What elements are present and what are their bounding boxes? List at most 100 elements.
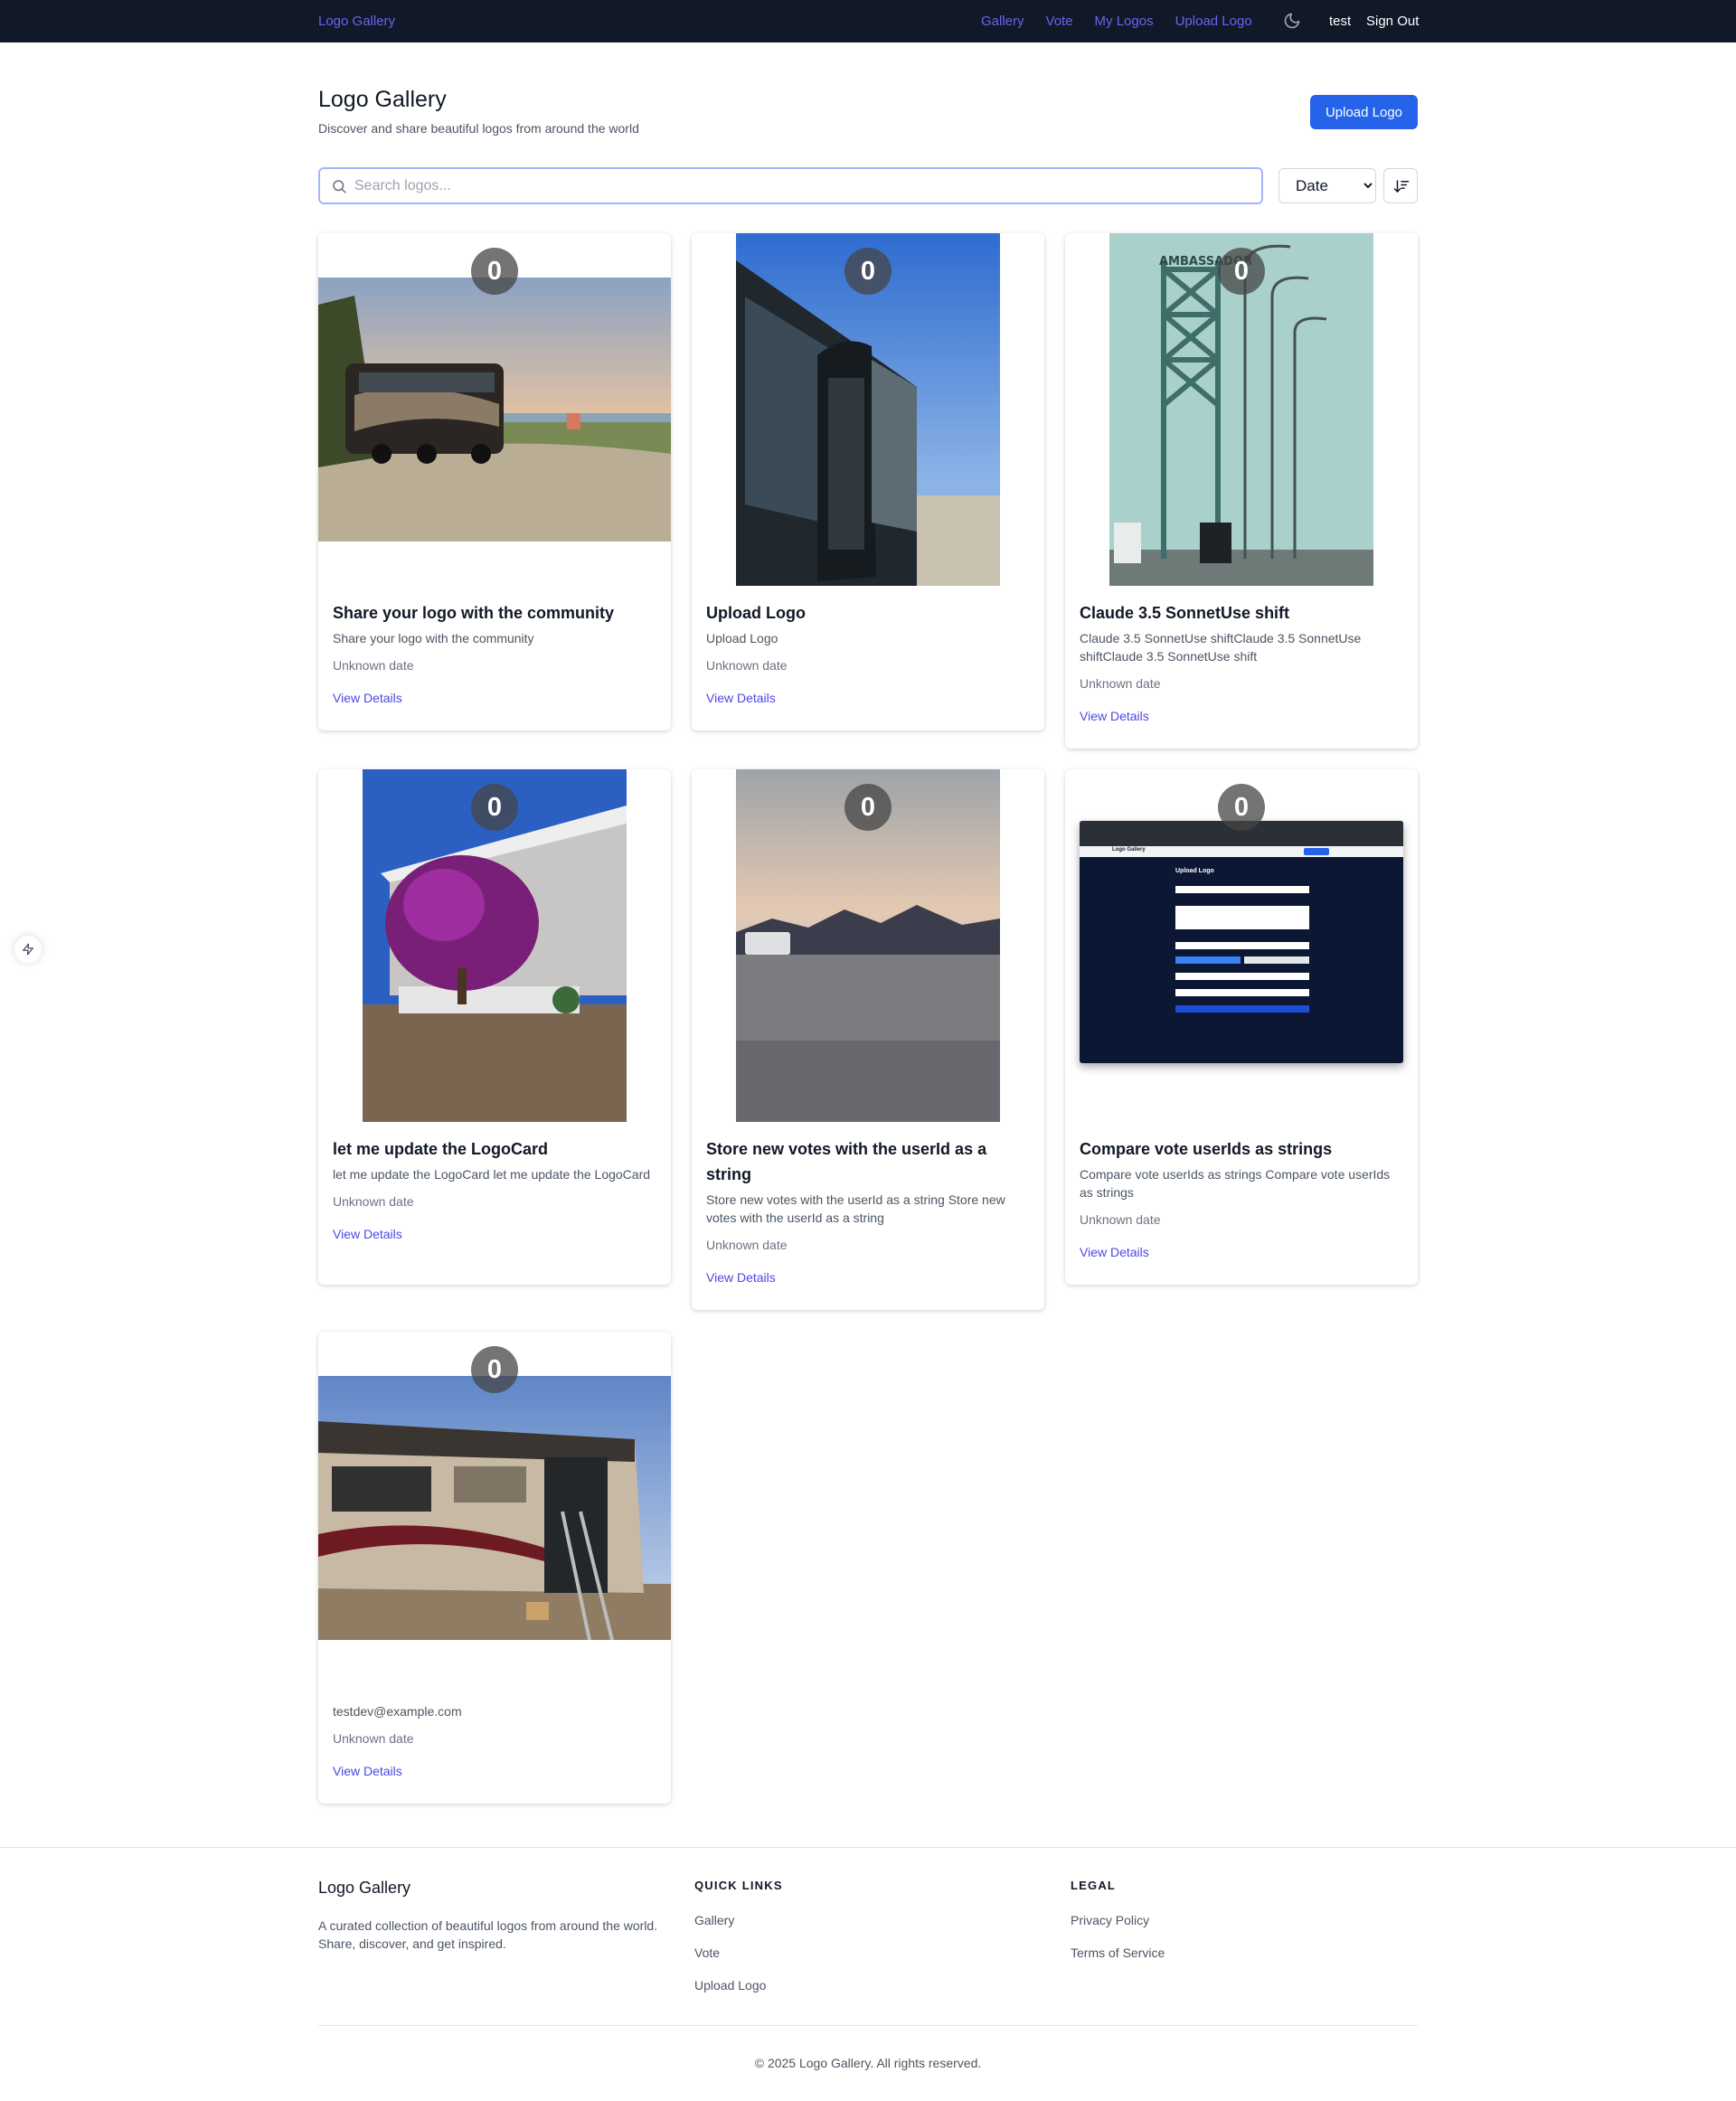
card-title: Claude 3.5 SonnetUse shift [1080, 604, 1290, 622]
screenshot-button [1244, 956, 1309, 964]
card-media: Logo Gallery Upload Logo 0 [1065, 769, 1418, 1122]
moon-icon[interactable] [1283, 12, 1301, 30]
card-body: testdev@example.com Unknown date View De… [333, 1699, 656, 1780]
logo-card: Logo Gallery Upload Logo 0 Compare vote … [1065, 769, 1418, 1285]
vote-count-badge: 0 [471, 784, 518, 831]
card-media: 0 [318, 769, 671, 1122]
nav-link-vote[interactable]: Vote [1046, 14, 1073, 29]
nav-link-upload-logo[interactable]: Upload Logo [1175, 14, 1252, 29]
footer-link-privacy-policy[interactable]: Privacy Policy [1071, 1913, 1149, 1927]
card-description: testdev@example.com [333, 1704, 462, 1719]
card-description: Claude 3.5 SonnetUse shiftClaude 3.5 Son… [1080, 631, 1362, 664]
search-box [318, 167, 1263, 204]
card-title: Store new votes with the userId as a str… [706, 1140, 987, 1183]
footer-link-gallery[interactable]: Gallery [694, 1913, 734, 1927]
screenshot-field [1175, 989, 1309, 996]
card-media: 0 [318, 1332, 671, 1684]
view-details-link[interactable]: View Details [706, 1270, 776, 1285]
card-date: Unknown date [333, 1194, 414, 1209]
card-date: Unknown date [1080, 676, 1161, 691]
page-subtitle: Discover and share beautiful logos from … [318, 121, 639, 136]
card-title: Compare vote userIds as strings [1080, 1140, 1333, 1158]
quick-links-heading: QUICK LINKS [694, 1879, 783, 1892]
view-details-link[interactable]: View Details [1080, 1245, 1149, 1259]
footer-link-terms-of-service[interactable]: Terms of Service [1071, 1946, 1165, 1960]
screenshot-button [1175, 956, 1241, 964]
card-title: Share your logo with the community [333, 604, 615, 622]
card-body: Store new votes with the userId as a str… [706, 1136, 1030, 1286]
screenshot-field [1175, 973, 1309, 980]
footer-title: Logo Gallery [318, 1879, 411, 1897]
search-icon [333, 180, 346, 193]
top-navbar: Logo Gallery Gallery Vote My Logos Uploa… [0, 0, 1736, 42]
card-media: 0 [318, 233, 671, 586]
screenshot-button [1304, 848, 1329, 855]
vote-count-badge: 0 [471, 1346, 518, 1393]
footer-link-upload-logo[interactable]: Upload Logo [694, 1978, 766, 1993]
card-date: Unknown date [706, 1238, 788, 1252]
vote-count-badge: 0 [844, 784, 892, 831]
card-date: Unknown date [333, 658, 414, 673]
nav-link-gallery[interactable]: Gallery [981, 14, 1024, 29]
screenshot-field [1175, 942, 1309, 949]
card-image[interactable] [318, 1376, 671, 1640]
card-media: AMBASSADOR 0 [1065, 233, 1418, 586]
footer-divider [0, 1847, 1736, 1848]
lightning-icon [23, 943, 33, 956]
dev-tools-button[interactable] [14, 936, 42, 963]
view-details-link[interactable]: View Details [333, 1764, 402, 1778]
logo-card: 0 Share your logo with the community Sha… [318, 233, 671, 730]
nav-link-my-logos[interactable]: My Logos [1095, 14, 1154, 29]
copyright-text: © 2025 Logo Gallery. All rights reserved… [754, 2056, 982, 2070]
footer-separator [318, 2025, 1418, 2026]
card-body: let me update the LogoCard let me update… [333, 1136, 656, 1243]
vote-count-badge: 0 [471, 248, 518, 295]
screenshot-submit [1175, 1005, 1309, 1013]
sort-descending-icon [1393, 180, 1410, 193]
view-details-link[interactable]: View Details [333, 691, 402, 705]
logo-card: 0 Upload Logo Upload Logo Unknown date V… [692, 233, 1044, 730]
vote-count-badge: 0 [844, 248, 892, 295]
card-date: Unknown date [1080, 1212, 1161, 1227]
app-navbar: Logo Gallery [1080, 846, 1403, 857]
card-image[interactable]: Logo Gallery Upload Logo [1080, 821, 1403, 1063]
card-description: Upload Logo [706, 631, 778, 645]
logo-card: 0 let me update the LogoCard let me upda… [318, 769, 671, 1285]
nav-username: test [1329, 14, 1352, 29]
card-body: Compare vote userIds as strings Compare … [1080, 1136, 1403, 1261]
card-media: 0 [692, 769, 1044, 1122]
footer-link-vote[interactable]: Vote [694, 1946, 720, 1960]
card-description: Store new votes with the userId as a str… [706, 1192, 1005, 1225]
sign-out-button[interactable]: Sign Out [1366, 14, 1419, 29]
card-description: let me update the LogoCard let me update… [333, 1167, 651, 1182]
card-body: Upload Logo Upload Logo Unknown date Vie… [706, 600, 1030, 707]
view-details-link[interactable]: View Details [1080, 709, 1149, 723]
upload-logo-button[interactable]: Upload Logo [1310, 95, 1418, 129]
screenshot-heading: Upload Logo [1175, 868, 1214, 874]
legal-heading: LEGAL [1071, 1879, 1117, 1892]
card-date: Unknown date [706, 658, 788, 673]
brand-link[interactable]: Logo Gallery [318, 14, 395, 29]
logo-card: AMBASSADOR 0 Claude 3.5 SonnetUse shift … [1065, 233, 1418, 749]
view-details-link[interactable]: View Details [333, 1227, 402, 1241]
card-description: Compare vote userIds as strings Compare … [1080, 1167, 1391, 1200]
vote-count-badge: 0 [1218, 248, 1265, 295]
sort-order-button[interactable] [1383, 168, 1418, 203]
nav-links: Gallery Vote My Logos Upload Logo [981, 14, 1252, 29]
search-input[interactable] [354, 169, 1250, 203]
page-title: Logo Gallery [318, 87, 447, 112]
footer-description: A curated collection of beautiful logos … [318, 1918, 658, 1951]
card-body: Claude 3.5 SonnetUse shift Claude 3.5 So… [1080, 600, 1403, 725]
card-date: Unknown date [333, 1731, 414, 1746]
card-media: 0 [692, 233, 1044, 586]
card-title: Upload Logo [706, 604, 806, 622]
screenshot-field [1175, 886, 1309, 893]
view-details-link[interactable]: View Details [706, 691, 776, 705]
logo-card: 0 testdev@example.com Unknown date View … [318, 1332, 671, 1804]
card-image[interactable] [318, 278, 671, 542]
screenshot-brand: Logo Gallery [1112, 847, 1146, 853]
logo-card: 0 Store new votes with the userId as a s… [692, 769, 1044, 1310]
sort-select[interactable]: Date [1278, 168, 1376, 203]
card-body: Share your logo with the community Share… [333, 600, 656, 707]
screenshot-textarea [1175, 906, 1309, 929]
